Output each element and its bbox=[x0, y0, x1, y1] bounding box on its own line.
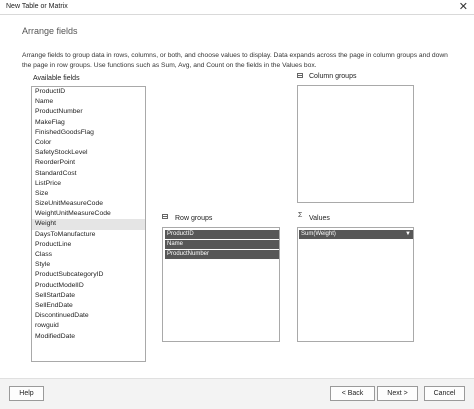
sigma-icon: Σ bbox=[298, 212, 303, 219]
available-field-item[interactable]: Weight bbox=[32, 219, 145, 230]
row-group-chip[interactable]: ProductID bbox=[165, 230, 279, 239]
available-field-item[interactable]: Size bbox=[32, 189, 145, 199]
available-field-item[interactable]: WeightUnitMeasureCode bbox=[32, 209, 145, 219]
available-field-item[interactable]: ModifiedDate bbox=[32, 332, 145, 342]
values-label: Values bbox=[309, 215, 330, 222]
available-field-item[interactable]: ProductModelID bbox=[32, 281, 145, 291]
available-field-item[interactable]: Style bbox=[32, 260, 145, 270]
cancel-button[interactable]: Cancel bbox=[424, 386, 465, 401]
available-field-item[interactable]: MakeFlag bbox=[32, 118, 145, 128]
column-groups-label: Column groups bbox=[309, 73, 357, 80]
back-button[interactable]: < Back bbox=[330, 386, 375, 401]
help-button[interactable]: Help bbox=[9, 386, 44, 401]
available-field-item[interactable]: DiscontinuedDate bbox=[32, 311, 145, 321]
available-field-item[interactable]: Name bbox=[32, 97, 145, 107]
available-field-item[interactable]: ProductNumber bbox=[32, 107, 145, 117]
available-field-item[interactable]: SellEndDate bbox=[32, 301, 145, 311]
next-button[interactable]: Next > bbox=[377, 386, 418, 401]
row-group-chip[interactable]: ProductNumber bbox=[165, 250, 279, 259]
available-field-item[interactable]: ProductLine bbox=[32, 240, 145, 250]
available-field-item[interactable]: FinishedGoodsFlag bbox=[32, 128, 145, 138]
available-fields-label: Available fields bbox=[33, 75, 80, 82]
row-groups-label: Row groups bbox=[175, 215, 213, 222]
available-field-item[interactable]: SafetyStockLevel bbox=[32, 148, 145, 158]
available-field-item[interactable]: ReorderPoint bbox=[32, 158, 145, 168]
page-heading: Arrange fields bbox=[22, 26, 78, 36]
value-field-chip[interactable]: Sum(Weight) ▼ bbox=[299, 230, 413, 239]
close-icon[interactable]: ✕ bbox=[459, 0, 468, 14]
column-groups-box[interactable] bbox=[297, 85, 414, 203]
available-field-item[interactable]: SellStartDate bbox=[32, 291, 145, 301]
available-field-item[interactable]: DaysToManufacture bbox=[32, 230, 145, 240]
available-field-item[interactable]: rowguid bbox=[32, 321, 145, 331]
available-field-item[interactable]: StandardCost bbox=[32, 169, 145, 179]
available-field-item[interactable]: SizeUnitMeasureCode bbox=[32, 199, 145, 209]
value-field-label: Sum(Weight) bbox=[301, 231, 336, 237]
row-groups-box[interactable]: ProductID Name ProductNumber bbox=[162, 227, 280, 342]
available-field-item[interactable]: ProductSubcategoryID bbox=[32, 270, 145, 280]
window-title: New Table or Matrix bbox=[6, 3, 68, 10]
available-field-item[interactable]: ProductID bbox=[32, 87, 145, 97]
values-box[interactable]: Sum(Weight) ▼ bbox=[297, 227, 414, 342]
column-groups-icon bbox=[297, 73, 303, 78]
row-group-chip[interactable]: Name bbox=[165, 240, 279, 249]
available-field-item[interactable]: ListPrice bbox=[32, 179, 145, 189]
title-bar: New Table or Matrix ✕ bbox=[0, 0, 474, 15]
available-field-item[interactable]: Class bbox=[32, 250, 145, 260]
available-field-item[interactable]: Color bbox=[32, 138, 145, 148]
row-groups-icon bbox=[162, 214, 168, 219]
dropdown-arrow-icon[interactable]: ▼ bbox=[405, 230, 411, 239]
available-fields-list[interactable]: ProductID Name ProductNumber MakeFlag Finish… bbox=[31, 86, 146, 362]
page-description: Arrange fields to group data in rows, co… bbox=[22, 52, 448, 69]
